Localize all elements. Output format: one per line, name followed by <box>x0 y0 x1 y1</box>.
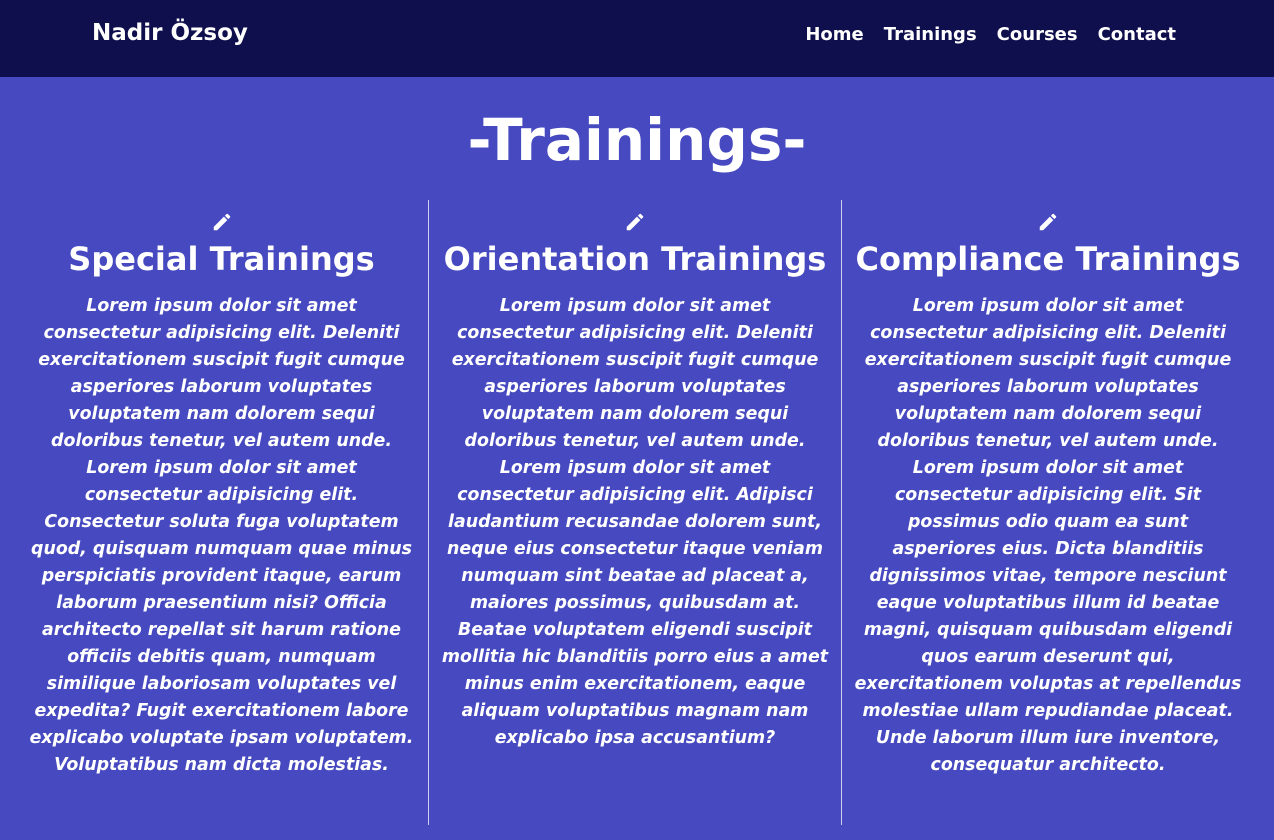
nav-link-trainings[interactable]: Trainings <box>884 24 977 45</box>
nav-links: Home Trainings Courses Contact <box>805 24 1176 45</box>
column-title: Special Trainings <box>68 240 375 278</box>
pencil-icon <box>213 213 230 231</box>
column-title: Orientation Trainings <box>443 240 827 278</box>
column-text: Lorem ipsum dolor sit amet consectetur a… <box>441 296 829 748</box>
column-text: Lorem ipsum dolor sit amet consectetur a… <box>29 296 414 775</box>
brand-name[interactable]: Nadir Özsoy <box>92 20 248 46</box>
pencil-icon <box>1039 213 1057 231</box>
nav-link-home[interactable]: Home <box>805 24 863 45</box>
column-title: Compliance Trainings <box>855 240 1241 278</box>
column-text: Lorem ipsum dolor sit amet consectetur a… <box>854 296 1242 775</box>
training-column-orientation: Orientation Trainings Lorem ipsum dolor … <box>428 200 841 825</box>
navbar: Nadir Özsoy Home Trainings Courses Conta… <box>0 0 1274 77</box>
training-column-special: Special Trainings Lorem ipsum dolor sit … <box>15 200 428 825</box>
nav-link-contact[interactable]: Contact <box>1098 24 1176 45</box>
page-title: -Trainings- <box>467 106 807 174</box>
nav-link-courses[interactable]: Courses <box>997 24 1078 45</box>
pencil-icon <box>626 213 644 231</box>
training-column-compliance: Compliance Trainings Lorem ipsum dolor s… <box>841 200 1254 825</box>
